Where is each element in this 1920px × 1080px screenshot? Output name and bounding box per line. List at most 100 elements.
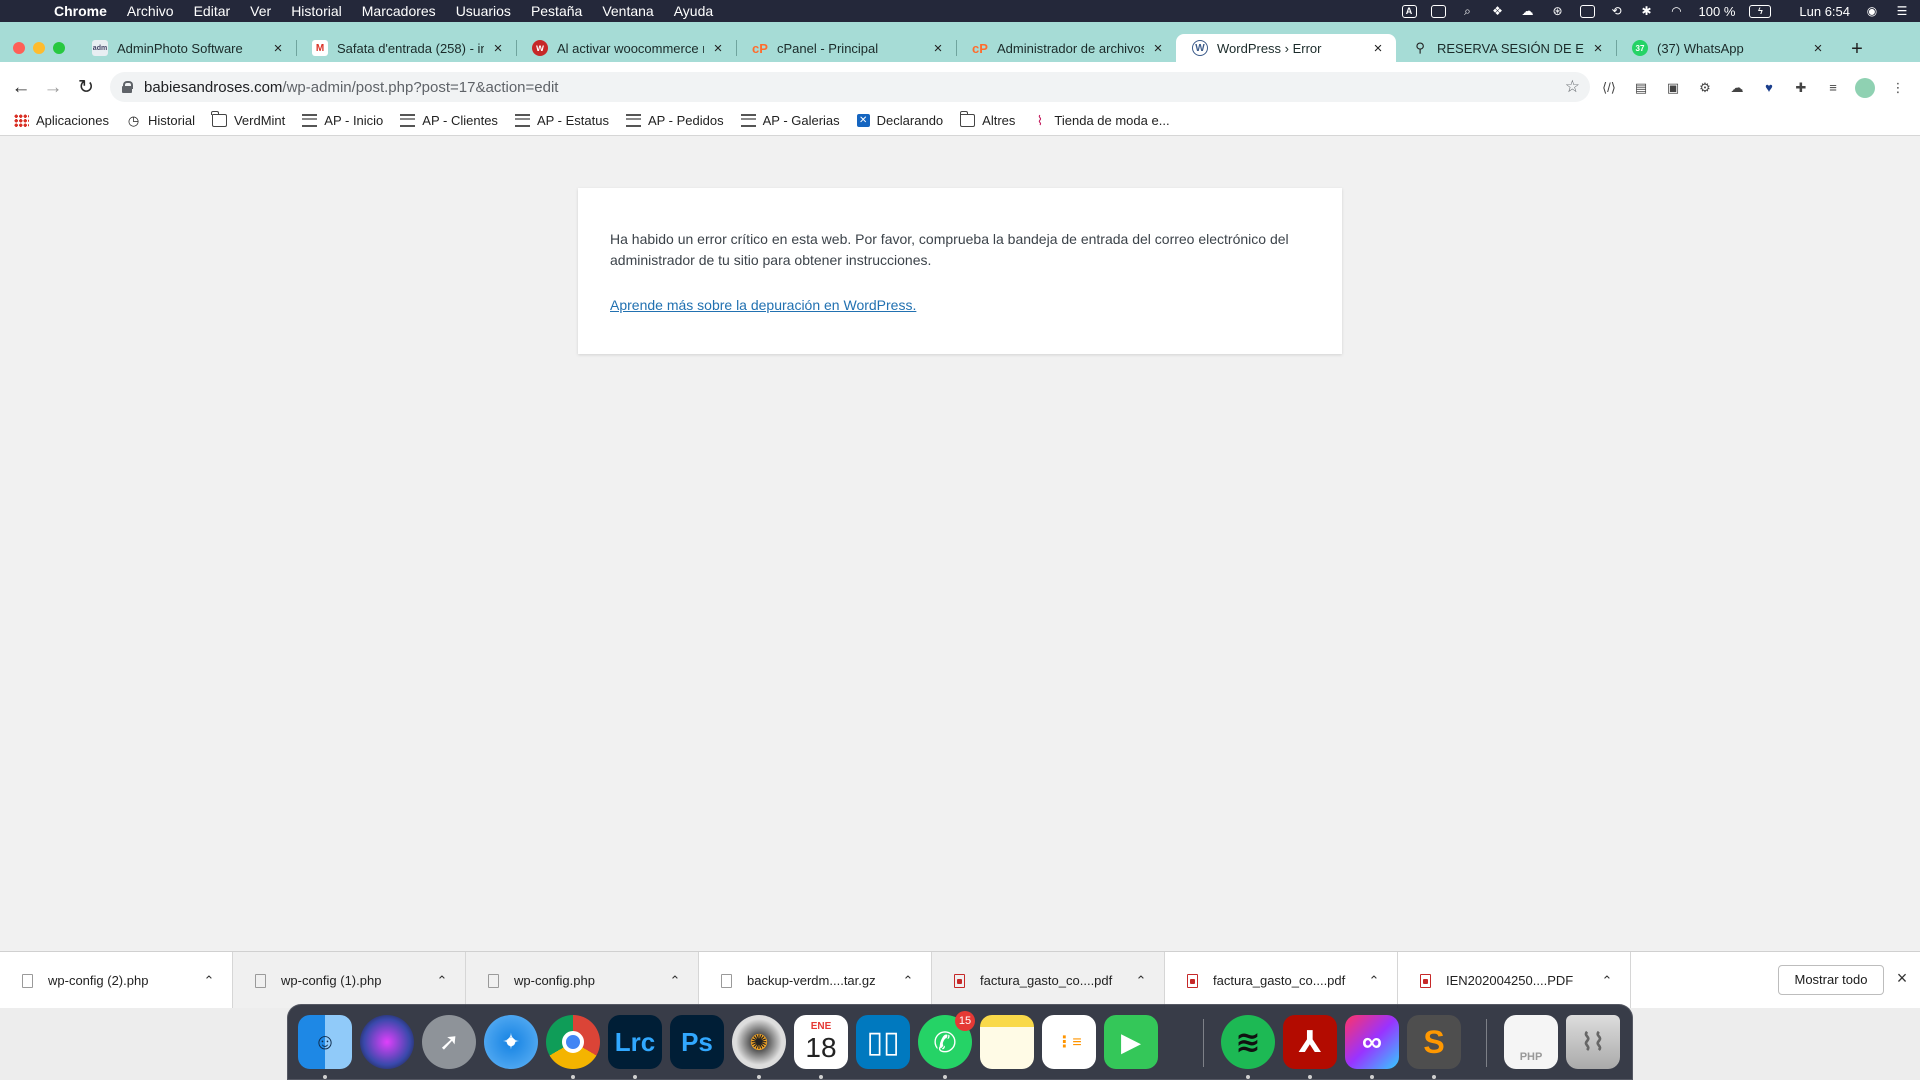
tab-whatsapp[interactable]: 37 (37) WhatsApp × [1616, 34, 1836, 62]
download-item[interactable]: backup-verdm....tar.gz ⌃ [699, 952, 932, 1009]
wifi-icon[interactable]: ◠ [1669, 4, 1685, 18]
trello-icon[interactable]: ▯▯ [856, 1015, 910, 1069]
menu-editar[interactable]: Editar [184, 0, 241, 22]
bookmark-tienda-moda[interactable]: ⌇ Tienda de moda e... [1032, 113, 1170, 129]
bookmark-ap-clientes[interactable]: AP - Clientes [400, 113, 498, 128]
bookmark-ap-estatus[interactable]: AP - Estatus [514, 113, 609, 128]
reminders-icon[interactable]: ⋮≡ [1042, 1015, 1096, 1069]
chevron-up-icon[interactable]: ⌃ [1131, 973, 1151, 989]
chrome-icon[interactable] [546, 1015, 600, 1069]
download-item[interactable]: wp-config.php ⌃ [466, 952, 699, 1009]
tab-woocommerce[interactable]: w Al activar woocommerce no × [516, 34, 737, 62]
download-item[interactable]: wp-config (2).php ⌃ [0, 952, 233, 1009]
photoshop-icon[interactable]: Ps [670, 1015, 724, 1069]
menu-archivo[interactable]: Archivo [117, 0, 184, 22]
creative-cloud-icon[interactable]: ∞ [1345, 1015, 1399, 1069]
menu-pestana[interactable]: Pestaña [521, 0, 592, 22]
settings-extension-icon[interactable]: ⚙ [1697, 80, 1713, 96]
acrobat-icon[interactable]: ⅄ [1283, 1015, 1337, 1069]
close-icon[interactable]: × [930, 40, 946, 57]
calendar-status-icon[interactable] [1579, 4, 1595, 18]
tab-wordpress-error[interactable]: W WordPress › Error × [1176, 34, 1396, 62]
close-icon[interactable]: × [1590, 40, 1606, 57]
bookmark-historial[interactable]: ◷ Historial [126, 113, 195, 129]
spotlight-search-icon[interactable]: ⌕ [1460, 4, 1476, 18]
chevron-up-icon[interactable]: ⌃ [432, 973, 452, 989]
extensions-puzzle-icon[interactable]: ✚ [1793, 80, 1809, 96]
sync-status-icon[interactable]: ⊛ [1550, 4, 1566, 18]
spotify-icon[interactable]: ≋ [1221, 1015, 1275, 1069]
menu-ventana[interactable]: Ventana [592, 0, 663, 22]
bookmark-verdmint[interactable]: VerdMint [211, 111, 285, 128]
sublime-text-icon[interactable]: S [1407, 1015, 1461, 1069]
chevron-up-icon[interactable]: ⌃ [199, 973, 219, 989]
chevron-up-icon[interactable]: ⌃ [1597, 973, 1617, 989]
download-item[interactable]: factura_gasto_co....pdf ⌃ [932, 952, 1165, 1009]
menu-ayuda[interactable]: Ayuda [664, 0, 723, 22]
trash-icon[interactable]: ⌇⌇ [1566, 1015, 1620, 1069]
tab-gmail[interactable]: M Safata d'entrada (258) - inf × [296, 34, 517, 62]
display-status-icon[interactable] [1430, 4, 1446, 18]
menu-marcadores[interactable]: Marcadores [352, 0, 446, 22]
bookmark-aplicaciones[interactable]: Aplicaciones [14, 113, 109, 128]
close-icon[interactable]: × [1892, 968, 1912, 988]
menu-app-name[interactable]: Chrome [54, 0, 117, 22]
finder-icon[interactable]: ☺ [298, 1015, 352, 1069]
screenshot-extension-icon[interactable]: ▣ [1665, 80, 1681, 96]
adobe-status-icon[interactable]: A [1401, 4, 1417, 18]
chevron-up-icon[interactable]: ⌃ [1364, 973, 1384, 989]
bookmark-ap-inicio[interactable]: AP - Inicio [302, 113, 383, 128]
calendar-icon[interactable]: ENE 18 [794, 1015, 848, 1069]
close-icon[interactable]: × [1810, 40, 1826, 57]
cloud-upload-extension-icon[interactable]: ☁ [1729, 80, 1745, 96]
close-icon[interactable]: × [1370, 40, 1386, 57]
siri-icon[interactable]: ◉ [1864, 4, 1880, 18]
tab-reserva[interactable]: ⚲ RESERVA SESIÓN DE EMBA × [1396, 34, 1617, 62]
close-icon[interactable]: × [270, 40, 286, 57]
whatsapp-icon[interactable]: ✆ 15 [918, 1011, 975, 1069]
facetime-icon[interactable]: ▶ [1104, 1015, 1158, 1069]
bookmark-altres[interactable]: Altres [959, 111, 1015, 128]
reading-list-icon[interactable]: ≡ [1825, 80, 1841, 96]
notes-icon[interactable] [980, 1015, 1034, 1069]
creative-cloud-status-icon[interactable]: ☁ [1520, 4, 1536, 18]
tab-file-manager[interactable]: cP Administrador de archivos d × [956, 34, 1176, 62]
profile-avatar[interactable] [1855, 78, 1875, 98]
forward-button[interactable]: → [41, 76, 65, 100]
address-bar[interactable]: babiesandroses.com/wp-admin/post.php?pos… [110, 72, 1590, 102]
back-button[interactable]: ← [9, 76, 33, 100]
aperture-icon[interactable]: ✺ [732, 1015, 786, 1069]
close-icon[interactable]: × [1150, 40, 1166, 57]
document-extension-icon[interactable]: ▤ [1633, 80, 1649, 96]
download-item[interactable]: factura_gasto_co....pdf ⌃ [1165, 952, 1398, 1009]
window-minimize-button[interactable] [33, 42, 45, 54]
devtools-extension-icon[interactable]: ⟨/⟩ [1601, 80, 1617, 96]
siri-icon[interactable] [360, 1015, 414, 1069]
chevron-up-icon[interactable]: ⌃ [665, 973, 685, 989]
bookmark-ap-pedidos[interactable]: AP - Pedidos [625, 113, 724, 128]
bluetooth-icon[interactable]: ✱ [1639, 4, 1655, 18]
download-item[interactable]: wp-config (1).php ⌃ [233, 952, 466, 1009]
close-icon[interactable]: × [490, 40, 506, 57]
battery-icon[interactable]: ϟ [1749, 4, 1772, 18]
menu-bar-clock[interactable]: Lun 6:54 [1799, 4, 1850, 19]
bookmark-declarando[interactable]: ✕ Declarando [856, 113, 943, 128]
download-item[interactable]: IEN202004250....PDF ⌃ [1398, 952, 1631, 1009]
show-all-downloads-button[interactable]: Mostrar todo [1778, 965, 1884, 995]
menu-historial[interactable]: Historial [281, 0, 352, 22]
chevron-up-icon[interactable]: ⌃ [898, 973, 918, 989]
window-zoom-button[interactable] [53, 42, 65, 54]
lightroom-icon[interactable]: Lrc [608, 1015, 662, 1069]
lock-icon[interactable] [122, 81, 133, 93]
close-icon[interactable]: × [710, 40, 726, 57]
time-machine-icon[interactable]: ⟲ [1609, 4, 1625, 18]
tab-adminphoto[interactable]: adm AdminPhoto Software × [76, 34, 297, 62]
menu-ver[interactable]: Ver [240, 0, 281, 22]
bookmark-star-icon[interactable]: ☆ [1565, 77, 1580, 97]
notification-center-icon[interactable]: ☰ [1894, 4, 1910, 18]
menu-usuarios[interactable]: Usuarios [446, 0, 521, 22]
chrome-menu-icon[interactable]: ⋮ [1890, 80, 1906, 96]
wp-debugging-link[interactable]: Aprende más sobre la depuración en WordP… [610, 295, 916, 316]
reload-button[interactable]: ↻ [74, 76, 98, 100]
php-file-icon[interactable]: PHP [1504, 1015, 1558, 1069]
